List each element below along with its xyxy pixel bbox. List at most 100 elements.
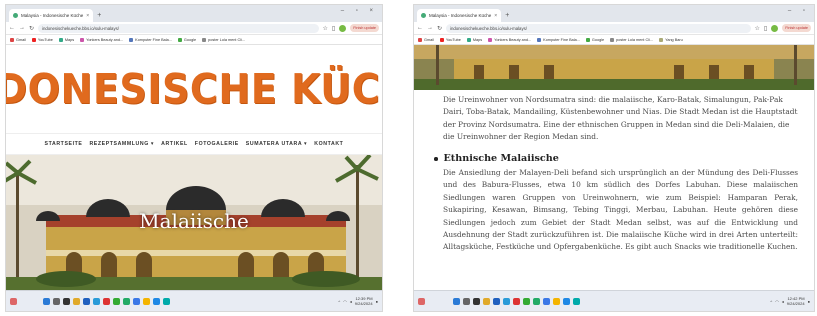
app-icon[interactable] xyxy=(153,297,160,305)
url-input[interactable]: indonesischekueche.bbs.io/sulu-malays/ xyxy=(446,23,751,33)
star-icon[interactable]: ☆ xyxy=(755,25,760,32)
bookmark-item[interactable]: poster Lola ment Cli... xyxy=(610,37,653,42)
profile-icon[interactable] xyxy=(339,24,347,32)
site-title[interactable]: INDONESISCHE KÜCHE xyxy=(6,65,382,113)
bookmark-item[interactable]: poster Lola ment Cli... xyxy=(202,37,245,42)
bookmark-item[interactable]: Google xyxy=(585,37,604,42)
file-explorer-icon[interactable] xyxy=(73,297,80,305)
bookmark-item[interactable]: Yonkers Beauty and... xyxy=(80,37,123,42)
nav-item-fotogalerie[interactable]: FOTOGALERIE xyxy=(195,141,239,147)
app-icon[interactable] xyxy=(123,297,130,305)
search-icon[interactable] xyxy=(463,297,470,305)
bookmark-item[interactable]: Komputer Fine Bala... xyxy=(129,37,172,42)
star-icon[interactable]: ☆ xyxy=(323,25,328,32)
widgets-icon[interactable] xyxy=(418,297,425,305)
task-view-icon[interactable] xyxy=(63,297,70,305)
bookmark-item[interactable]: Maps xyxy=(466,37,482,42)
bookmark-item[interactable]: Komputer Fine Bala... xyxy=(537,37,580,42)
clock[interactable]: 12:39 PM 9/24/2024 xyxy=(355,296,373,306)
app-icon[interactable] xyxy=(133,297,140,305)
gmail-icon xyxy=(10,37,14,42)
chrome-icon[interactable] xyxy=(143,297,150,305)
clock[interactable]: 12:42 PM 9/24/2024 xyxy=(787,296,805,306)
tab-strip: Malaysia - Indonesische Küche × + – ▫ × xyxy=(6,5,382,22)
update-button[interactable]: Finish update xyxy=(782,24,811,32)
bookmark-icon xyxy=(537,37,542,42)
maps-icon xyxy=(466,37,471,42)
edge-icon[interactable] xyxy=(93,297,100,305)
chevron-up-icon[interactable]: ^ xyxy=(770,299,772,304)
volume-icon[interactable]: ◂ xyxy=(350,299,352,304)
favicon-icon xyxy=(13,13,18,18)
bookmark-item[interactable]: YouTube xyxy=(439,37,461,42)
bookmark-item[interactable]: Google xyxy=(177,37,196,42)
volume-icon[interactable]: ◂ xyxy=(782,299,784,304)
forward-icon[interactable]: → xyxy=(427,25,433,31)
maps-icon xyxy=(58,37,63,42)
search-icon[interactable] xyxy=(53,297,60,305)
edge-icon[interactable] xyxy=(503,297,510,305)
youtube-icon xyxy=(31,37,36,42)
bookmark-item[interactable]: Yang Baru xyxy=(659,37,683,42)
wifi-icon[interactable]: ◠ xyxy=(775,299,779,304)
file-explorer-icon[interactable] xyxy=(483,297,490,305)
new-tab-button[interactable]: + xyxy=(505,12,509,19)
windows-start-icon[interactable] xyxy=(43,297,50,305)
nav-item-artikel[interactable]: ARTIKEL xyxy=(161,141,188,147)
back-icon[interactable]: ← xyxy=(9,25,15,31)
task-view-icon[interactable] xyxy=(473,297,480,305)
app-icon[interactable] xyxy=(163,297,170,305)
app-icon[interactable] xyxy=(543,297,550,305)
close-tab-icon[interactable]: × xyxy=(86,13,89,19)
nav-item-sumatera-utara[interactable]: SUMATERA UTARA ▾ xyxy=(246,141,307,147)
update-button[interactable]: Finish update xyxy=(350,24,379,32)
bookmark-item[interactable]: Yonkers Beauty and... xyxy=(488,37,531,42)
hero-image-strip xyxy=(414,45,814,90)
intro-paragraph: Die Ureinwohner von Nordsumatra sind: di… xyxy=(443,95,798,142)
app-icon[interactable] xyxy=(103,297,110,305)
bookmark-item[interactable]: Gmail xyxy=(10,37,26,42)
url-input[interactable]: indonesischekueche.bbs.io/sulu-malays/ xyxy=(38,23,319,33)
back-icon[interactable]: ← xyxy=(417,25,423,31)
chevron-up-icon[interactable]: ^ xyxy=(338,299,340,304)
bookmarks-bar: Gmail YouTube Maps Yonkers Beauty and...… xyxy=(414,35,814,45)
app-icon[interactable] xyxy=(533,297,540,305)
close-tab-icon[interactable]: × xyxy=(494,13,497,19)
new-tab-button[interactable]: + xyxy=(97,12,101,19)
nav-item-startseite[interactable]: STARTSEITE xyxy=(45,141,83,147)
app-icon[interactable] xyxy=(493,297,500,305)
browser-tab[interactable]: Malaysia - Indonesische Küche × xyxy=(9,9,94,22)
nav-item-rezeptsammlung[interactable]: REZEPTSAMMLUNG ▾ xyxy=(89,141,154,147)
windows-start-icon[interactable] xyxy=(453,297,460,305)
window-controls[interactable]: – ▫ × xyxy=(341,8,378,14)
app-icon[interactable] xyxy=(83,297,90,305)
app-icon[interactable] xyxy=(113,297,120,305)
address-bar-row: ← → ↻ indonesischekueche.bbs.io/sulu-mal… xyxy=(6,22,382,35)
widgets-icon[interactable] xyxy=(10,297,17,305)
extensions-icon[interactable]: ▯ xyxy=(332,25,335,32)
gmail-icon xyxy=(418,37,422,42)
extensions-icon[interactable]: ▯ xyxy=(764,25,767,32)
reload-icon[interactable]: ↻ xyxy=(437,25,442,32)
reload-icon[interactable]: ↻ xyxy=(29,25,34,32)
notification-icon[interactable]: ● xyxy=(808,299,810,304)
app-icon[interactable] xyxy=(563,297,570,305)
window-controls[interactable]: – ▫ xyxy=(788,8,810,14)
bookmarks-bar: Gmail YouTube Maps Yonkers Beauty and...… xyxy=(6,35,382,45)
section-heading: Ethnische Malaiische xyxy=(434,153,798,165)
bookmark-item[interactable]: Gmail xyxy=(418,37,434,42)
profile-icon[interactable] xyxy=(771,24,779,32)
bookmark-item[interactable]: Maps xyxy=(58,37,74,42)
forward-icon[interactable]: → xyxy=(19,25,25,31)
app-icon[interactable] xyxy=(523,297,530,305)
wifi-icon[interactable]: ◠ xyxy=(343,299,347,304)
bookmark-icon xyxy=(610,37,615,42)
bookmark-item[interactable]: YouTube xyxy=(31,37,53,42)
nav-item-kontakt[interactable]: KONTAKT xyxy=(314,141,343,147)
chrome-icon[interactable] xyxy=(553,297,560,305)
app-icon[interactable] xyxy=(513,297,520,305)
notification-icon[interactable]: ● xyxy=(376,299,378,304)
bookmark-icon xyxy=(129,37,134,42)
browser-tab[interactable]: Malaysia - Indonesische Küche × xyxy=(417,9,502,22)
app-icon[interactable] xyxy=(573,297,580,305)
